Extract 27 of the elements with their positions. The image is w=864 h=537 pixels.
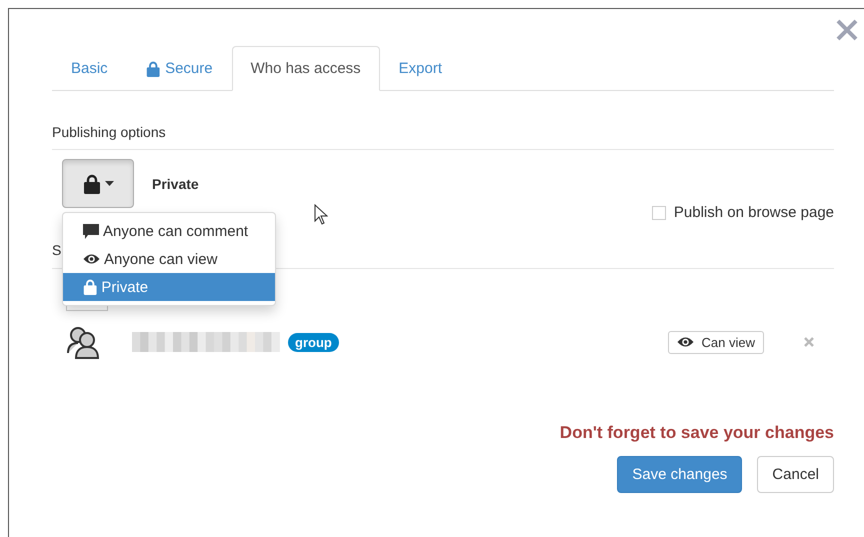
group-icon [66,325,100,359]
permission-button[interactable]: Can view [668,330,764,354]
close-icon [804,336,814,346]
tab[interactable]: Export [380,46,462,91]
warning-message: Don't forget to save your changes [558,423,834,443]
menu-item[interactable]: Anyone can view [63,245,275,273]
caret-icon [104,181,114,186]
eye-icon [676,336,694,348]
lock-icon [83,279,98,295]
mouse-cursor-icon [314,204,328,225]
cancel-button[interactable]: Cancel [757,456,834,493]
eye-icon [83,253,100,265]
lock-icon [82,174,100,194]
close-icon [836,19,858,41]
visibility-label: Private [152,176,199,192]
tab[interactable]: Secure [126,46,232,91]
section-heading: Publishing options [52,91,834,150]
remove-button[interactable] [804,334,814,350]
tab[interactable]: Who has access [232,46,380,91]
menu-item[interactable]: Anyone can comment [63,217,275,245]
tab[interactable]: Basic [52,46,127,91]
menu-item[interactable]: Private [63,273,275,301]
save-button[interactable]: Save changes [617,456,742,493]
group-badge: group [288,332,339,352]
comment-icon [83,224,99,238]
visibility-dropdown-button[interactable] [62,159,134,208]
lock-icon [146,60,160,76]
